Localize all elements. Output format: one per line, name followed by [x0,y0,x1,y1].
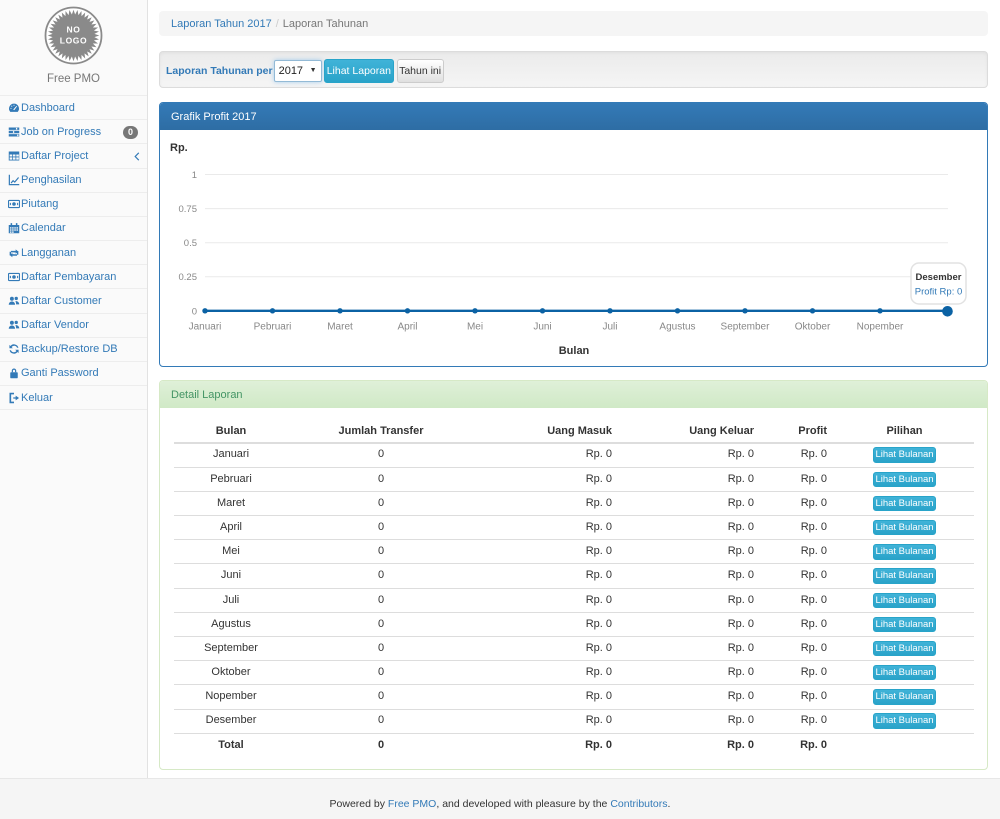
svg-text:Bulan: Bulan [559,345,590,357]
svg-text:Juni: Juni [533,321,551,332]
svg-text:Maret: Maret [327,321,353,332]
svg-text:0.5: 0.5 [184,238,197,249]
svg-text:0: 0 [192,306,197,317]
svg-text:September: September [721,321,771,332]
svg-text:Januari: Januari [189,321,222,332]
svg-text:Agustus: Agustus [659,321,695,332]
svg-text:Profit Rp: 0: Profit Rp: 0 [915,287,963,298]
svg-text:LOGO: LOGO [60,36,87,46]
svg-text:NO: NO [67,25,81,35]
svg-text:Desember: Desember [916,272,962,283]
svg-text:Juli: Juli [602,321,617,332]
svg-text:Pebruari: Pebruari [254,321,292,332]
svg-text:0.75: 0.75 [179,204,198,215]
svg-text:Mei: Mei [467,321,483,332]
svg-text:Nopember: Nopember [857,321,904,332]
svg-text:Oktober: Oktober [795,321,831,332]
svg-text:0.25: 0.25 [179,272,198,283]
svg-text:April: April [397,321,417,332]
svg-text:Rp.: Rp. [170,142,188,154]
svg-text:1: 1 [192,170,197,181]
